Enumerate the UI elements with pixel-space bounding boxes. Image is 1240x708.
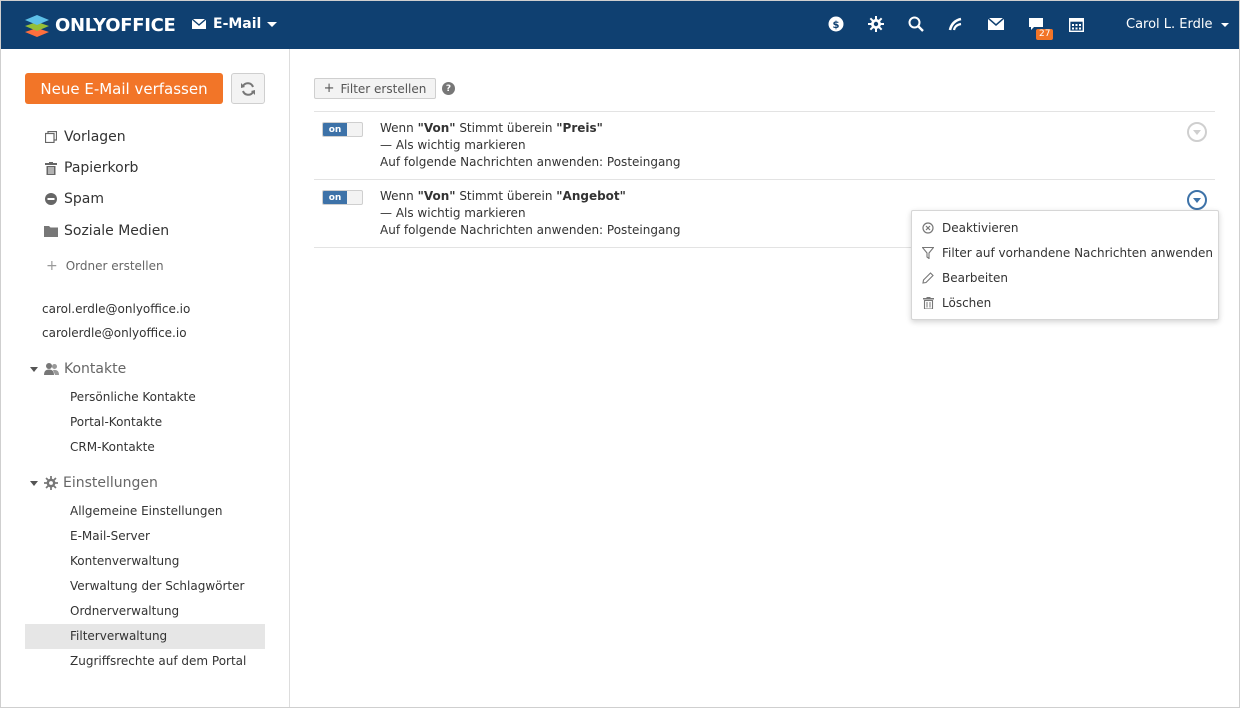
rule-condition: Wenn "Von" Stimmt überein "Preis" [380,121,603,135]
plus-icon: + [323,81,335,96]
caret-down-icon [30,366,38,372]
contacts-item[interactable]: CRM-Kontakte [70,440,155,454]
chevron-down-icon [267,21,278,27]
logo-text: ONLYOFFICE [55,14,176,36]
section-settings[interactable]: Einstellungen [30,475,158,491]
filter-toggle[interactable]: on [322,122,363,137]
filter-actions-menu: Deaktivieren Filter auf vorhandene Nachr… [911,210,1219,320]
caret-down-icon [30,480,38,486]
help-icon[interactable]: ? [442,82,455,95]
rule-action: — Als wichtig markieren [380,138,526,152]
chevron-down-icon [1220,22,1229,27]
contacts-icon [44,363,59,375]
module-label: E-Mail [213,16,262,32]
contacts-item[interactable]: Portal-Kontakte [70,415,162,429]
create-filter-label: Filter erstellen [340,81,427,96]
mail-icon [192,19,206,29]
filter-rule: Wenn "Von" Stimmt überein "Angebot" — Al… [380,188,681,239]
menu-item-apply-filter[interactable]: Filter auf vorhandene Nachrichten anwend… [922,244,1213,262]
chat-badge: 27 [1036,29,1054,40]
calendar-icon[interactable] [1067,15,1085,33]
folder-label: Soziale Medien [64,223,170,239]
section-title: Einstellungen [63,475,158,491]
deactivate-icon [922,222,934,234]
settings-item[interactable]: E-Mail-Server [70,529,150,543]
contacts-item[interactable]: Persönliche Kontakte [70,390,196,404]
settings-icon[interactable] [867,15,885,33]
edit-icon [922,272,934,284]
delete-icon [922,297,934,309]
payments-icon[interactable]: $ [827,15,845,33]
refresh-button[interactable] [231,73,265,104]
filter-menu-button[interactable] [1187,122,1207,142]
rule-condition: Wenn "Von" Stimmt überein "Angebot" [380,189,626,203]
menu-item-label: Löschen [942,296,992,310]
rule-apply-to: Auf folgende Nachrichten anwenden: Poste… [380,223,681,237]
logo-icon [25,15,49,37]
folder-label: Vorlagen [64,129,126,145]
compose-button[interactable]: Neue E-Mail verfassen [25,73,223,104]
onlyoffice-logo[interactable]: ONLYOFFICE [24,11,176,39]
filter-menu-button[interactable] [1187,190,1207,210]
divider [314,179,1215,180]
rule-action: — Als wichtig markieren [380,206,526,220]
create-filter-button[interactable]: + Filter erstellen [314,78,436,99]
menu-item-deactivate[interactable]: Deaktivieren [922,219,1018,237]
refresh-icon [241,81,255,96]
folder-label: Spam [64,191,104,207]
mail-icon[interactable] [987,15,1005,33]
feed-icon[interactable] [947,15,965,33]
search-icon[interactable] [907,15,925,33]
settings-item[interactable]: Kontenverwaltung [70,554,179,568]
section-title: Kontakte [64,361,127,377]
section-contacts[interactable]: Kontakte [30,361,126,377]
account-item[interactable]: carolerdle@onlyoffice.io [42,326,187,340]
divider [314,111,1215,112]
chevron-down-icon [1193,129,1201,135]
module-switcher[interactable]: E-Mail [192,16,278,32]
chevron-down-icon [1193,197,1201,203]
menu-item-edit[interactable]: Bearbeiten [922,269,1008,287]
gear-icon [44,476,58,490]
toggle-on-label: on [323,123,347,136]
menu-item-delete[interactable]: Löschen [922,294,991,312]
folder-label: Papierkorb [64,160,139,176]
menu-item-label: Filter auf vorhandene Nachrichten anwend… [942,246,1213,260]
settings-item-active[interactable]: Filterverwaltung [25,624,265,649]
filter-toggle[interactable]: on [322,190,363,205]
settings-item[interactable]: Ordnerverwaltung [70,604,179,618]
filter-rule: Wenn "Von" Stimmt überein "Preis" — Als … [380,120,681,171]
folder-trash[interactable]: Papierkorb [44,158,138,178]
top-bar: ONLYOFFICE E-Mail $ 27 Carol L. Erdle [0,0,1240,49]
menu-item-label: Deaktivieren [942,221,1019,235]
toggle-on-label: on [323,191,347,204]
templates-icon [44,130,58,144]
create-folder-link[interactable]: + Ordner erstellen [46,258,164,274]
user-name: Carol L. Erdle [1126,17,1213,32]
settings-item[interactable]: Zugriffsrechte auf dem Portal [70,654,246,668]
spam-icon [44,192,58,206]
user-menu[interactable]: Carol L. Erdle [1126,17,1229,32]
plus-icon: + [46,258,58,274]
svg-text:$: $ [833,20,840,31]
create-folder-label: Ordner erstellen [65,259,164,273]
menu-item-label: Bearbeiten [942,271,1008,285]
folder-templates[interactable]: Vorlagen [44,127,126,147]
filter-icon [922,247,934,259]
folder-icon [44,224,58,238]
rule-apply-to: Auf folgende Nachrichten anwenden: Poste… [380,155,681,169]
settings-item[interactable]: Verwaltung der Schlagwörter [70,579,244,593]
trash-icon [44,161,58,175]
settings-item[interactable]: Allgemeine Einstellungen [70,504,222,518]
account-item[interactable]: carol.erdle@onlyoffice.io [42,302,190,316]
folder-spam[interactable]: Spam [44,189,104,209]
sidebar: Neue E-Mail verfassen Vorlagen Papierkor… [0,49,290,708]
folder-social-media[interactable]: Soziale Medien [44,221,169,241]
